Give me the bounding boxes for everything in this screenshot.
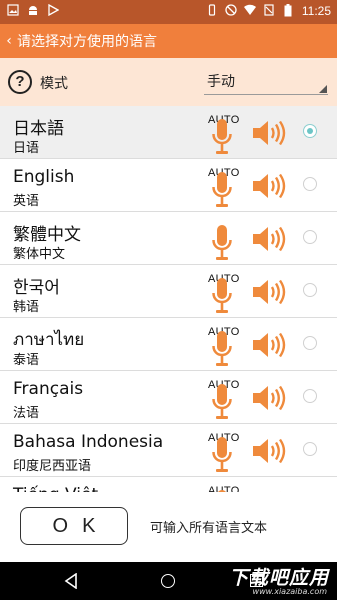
language-row[interactable]: 日本語日语AUTO [0, 106, 337, 159]
language-name: 繁體中文 [13, 225, 81, 245]
speaker-icon[interactable] [252, 120, 288, 146]
select-radio[interactable] [303, 442, 317, 456]
dropdown-arrow-icon [319, 85, 327, 93]
no-disturb-icon [224, 4, 238, 18]
speaker-icon[interactable] [252, 279, 288, 305]
speaker-icon[interactable] [252, 226, 288, 252]
language-name: Tiếng Việt [13, 485, 98, 492]
mode-select[interactable]: 手动 [204, 70, 328, 95]
help-icon[interactable]: ? [8, 70, 32, 94]
select-radio[interactable] [303, 389, 317, 403]
nav-back-icon[interactable] [64, 572, 78, 593]
watermark-text: 下载吧应用 [228, 567, 329, 589]
language-name: English [13, 167, 75, 187]
image-icon [6, 4, 20, 18]
microphone-icon[interactable] [212, 224, 232, 262]
microphone-icon[interactable] [212, 330, 232, 368]
language-name: 한국어 [13, 278, 60, 298]
microphone-icon[interactable] [212, 277, 232, 315]
wifi-icon [243, 4, 257, 18]
mode-select-value: 手动 [207, 74, 235, 90]
language-native-name: 印度尼西亚语 [13, 459, 92, 474]
status-time: 11:25 [301, 4, 331, 18]
watermark: 下载吧应用 www.xiazaiba.com [227, 562, 333, 600]
footer: OK 可输入所有语言文本 [0, 492, 337, 562]
title-bar: ‹ 请选择对方使用的语言 [0, 24, 337, 58]
vibrate-icon [205, 4, 219, 18]
language-native-name: 法语 [13, 406, 40, 421]
navigation-bar: 下载吧应用 www.xiazaiba.com [0, 562, 337, 600]
select-radio[interactable] [303, 336, 317, 350]
ok-button[interactable]: OK [20, 507, 128, 545]
language-name: Bahasa Indonesia [13, 432, 164, 452]
microphone-icon[interactable] [212, 171, 232, 209]
language-name: Français [13, 379, 84, 399]
microphone-icon[interactable] [212, 118, 232, 156]
microphone-icon[interactable] [212, 436, 232, 474]
select-radio[interactable] [303, 283, 317, 297]
language-native-name: 日语 [13, 141, 40, 156]
language-row[interactable]: 한국어韩语AUTO [0, 265, 337, 318]
speaker-icon[interactable] [252, 438, 288, 464]
battery-icon [281, 4, 295, 18]
language-list[interactable]: 日本語日语AUTOEnglish英语AUTO繁體中文繁体中文한국어韩语AUTOภ… [0, 106, 337, 492]
page-title: 请选择对方使用的语言 [17, 34, 157, 50]
language-row[interactable]: Bahasa Indonesia印度尼西亚语AUTO [0, 424, 337, 477]
hint-text: 可输入所有语言文本 [150, 521, 268, 536]
language-row[interactable]: English英语AUTO [0, 159, 337, 212]
language-row[interactable]: Français法语AUTO [0, 371, 337, 424]
language-row[interactable]: Tiếng ViệtAUTO [0, 477, 337, 492]
select-radio[interactable] [303, 177, 317, 191]
language-row[interactable]: ภาษาไทย泰语AUTO [0, 318, 337, 371]
watermark-url: www.xiazaiba.com [252, 587, 327, 596]
language-row[interactable]: 繁體中文 繁体中文 [0, 212, 337, 265]
microphone-icon[interactable] [212, 383, 232, 421]
language-native-name: 英语 [13, 194, 40, 209]
nav-home-icon[interactable] [161, 574, 175, 588]
mode-bar: ? 模式 手动 [0, 58, 337, 106]
select-radio[interactable] [303, 230, 317, 244]
language-native-name: 泰语 [13, 353, 40, 368]
speaker-icon[interactable] [252, 332, 288, 358]
no-sim-icon [262, 4, 276, 18]
speaker-icon[interactable] [252, 385, 288, 411]
speaker-icon[interactable] [252, 173, 288, 199]
android-icon [26, 4, 40, 18]
language-native-name: 繁体中文 [13, 247, 66, 262]
play-store-icon [46, 3, 60, 18]
back-icon[interactable]: ‹ [2, 33, 16, 49]
select-radio[interactable] [303, 124, 317, 138]
status-bar: 11:25 [0, 0, 337, 24]
language-name: 日本語 [13, 119, 64, 139]
mode-label: 模式 [40, 76, 68, 92]
language-native-name: 韩语 [13, 300, 40, 315]
